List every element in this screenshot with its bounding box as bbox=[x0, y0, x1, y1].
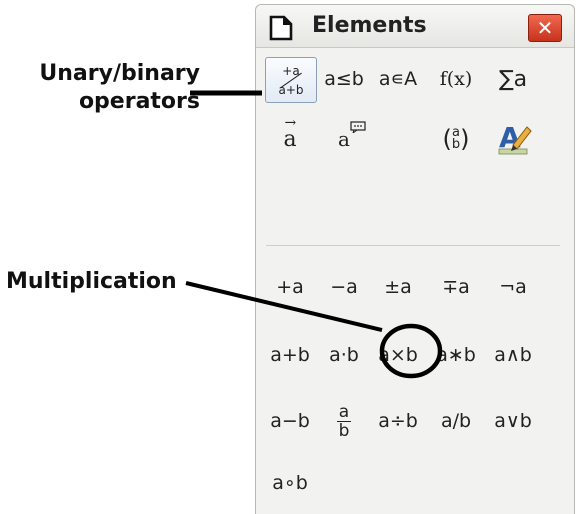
category-formats[interactable]: A bbox=[488, 117, 538, 161]
op-concatenate[interactable]: a∘b bbox=[265, 461, 315, 505]
callout-unary-binary: Unary/binary operators bbox=[4, 60, 200, 116]
separator bbox=[266, 245, 560, 246]
category-relations[interactable]: a≤b bbox=[319, 57, 369, 101]
unary-binary-icon: +a a+b bbox=[278, 64, 304, 97]
close-button[interactable]: ✕ bbox=[528, 14, 562, 42]
brackets-icon: a b bbox=[451, 125, 461, 152]
op-boolean-and[interactable]: a∧b bbox=[488, 333, 538, 377]
category-unary-binary-operators[interactable]: +a a+b bbox=[265, 57, 317, 103]
callout-unary-line2: operators bbox=[78, 89, 200, 114]
op-subtraction[interactable]: a−b bbox=[265, 399, 315, 443]
op-division[interactable]: a÷b bbox=[373, 399, 423, 443]
category-attributes[interactable]: → a bbox=[265, 114, 315, 161]
op-addition[interactable]: a+b bbox=[265, 333, 315, 377]
document-icon bbox=[269, 15, 293, 41]
op-unary-plus[interactable]: +a bbox=[265, 265, 315, 309]
callout-unary-line1: Unary/binary bbox=[39, 61, 200, 86]
op-plus-minus[interactable]: ±a bbox=[373, 265, 423, 309]
formats-icon: A bbox=[498, 121, 532, 155]
op-minus-plus[interactable]: ∓a bbox=[431, 265, 481, 309]
op-unary-minus[interactable]: −a bbox=[319, 265, 369, 309]
category-set-operations[interactable]: a∊A bbox=[373, 57, 423, 101]
op-boolean-not[interactable]: ¬a bbox=[488, 265, 538, 309]
op-multiplication[interactable]: a×b bbox=[373, 333, 423, 377]
op-fraction[interactable]: a b bbox=[319, 399, 369, 443]
fraction-icon: a b bbox=[337, 401, 351, 441]
others-icon: a bbox=[338, 121, 366, 151]
elements-panel: Elements ✕ +a a+b a≤b a∊A f(x) ∑a → a a (… bbox=[255, 4, 575, 514]
op-dot-multiplication[interactable]: a⋅b bbox=[319, 333, 369, 377]
op-asterisk-multiplication[interactable]: a∗b bbox=[431, 333, 481, 377]
vector-a-icon: → a bbox=[283, 114, 297, 152]
titlebar[interactable]: Elements ✕ bbox=[256, 5, 574, 48]
category-operators[interactable]: ∑a bbox=[488, 57, 538, 101]
category-others[interactable]: a bbox=[319, 117, 369, 161]
window-title: Elements bbox=[312, 13, 427, 38]
op-boolean-or[interactable]: a∨b bbox=[488, 399, 538, 443]
callout-multiplication: Multiplication bbox=[6, 269, 177, 294]
op-slash-division[interactable]: a/b bbox=[431, 399, 481, 443]
category-brackets[interactable]: ( a b ) bbox=[431, 117, 481, 161]
category-functions[interactable]: f(x) bbox=[431, 57, 481, 101]
